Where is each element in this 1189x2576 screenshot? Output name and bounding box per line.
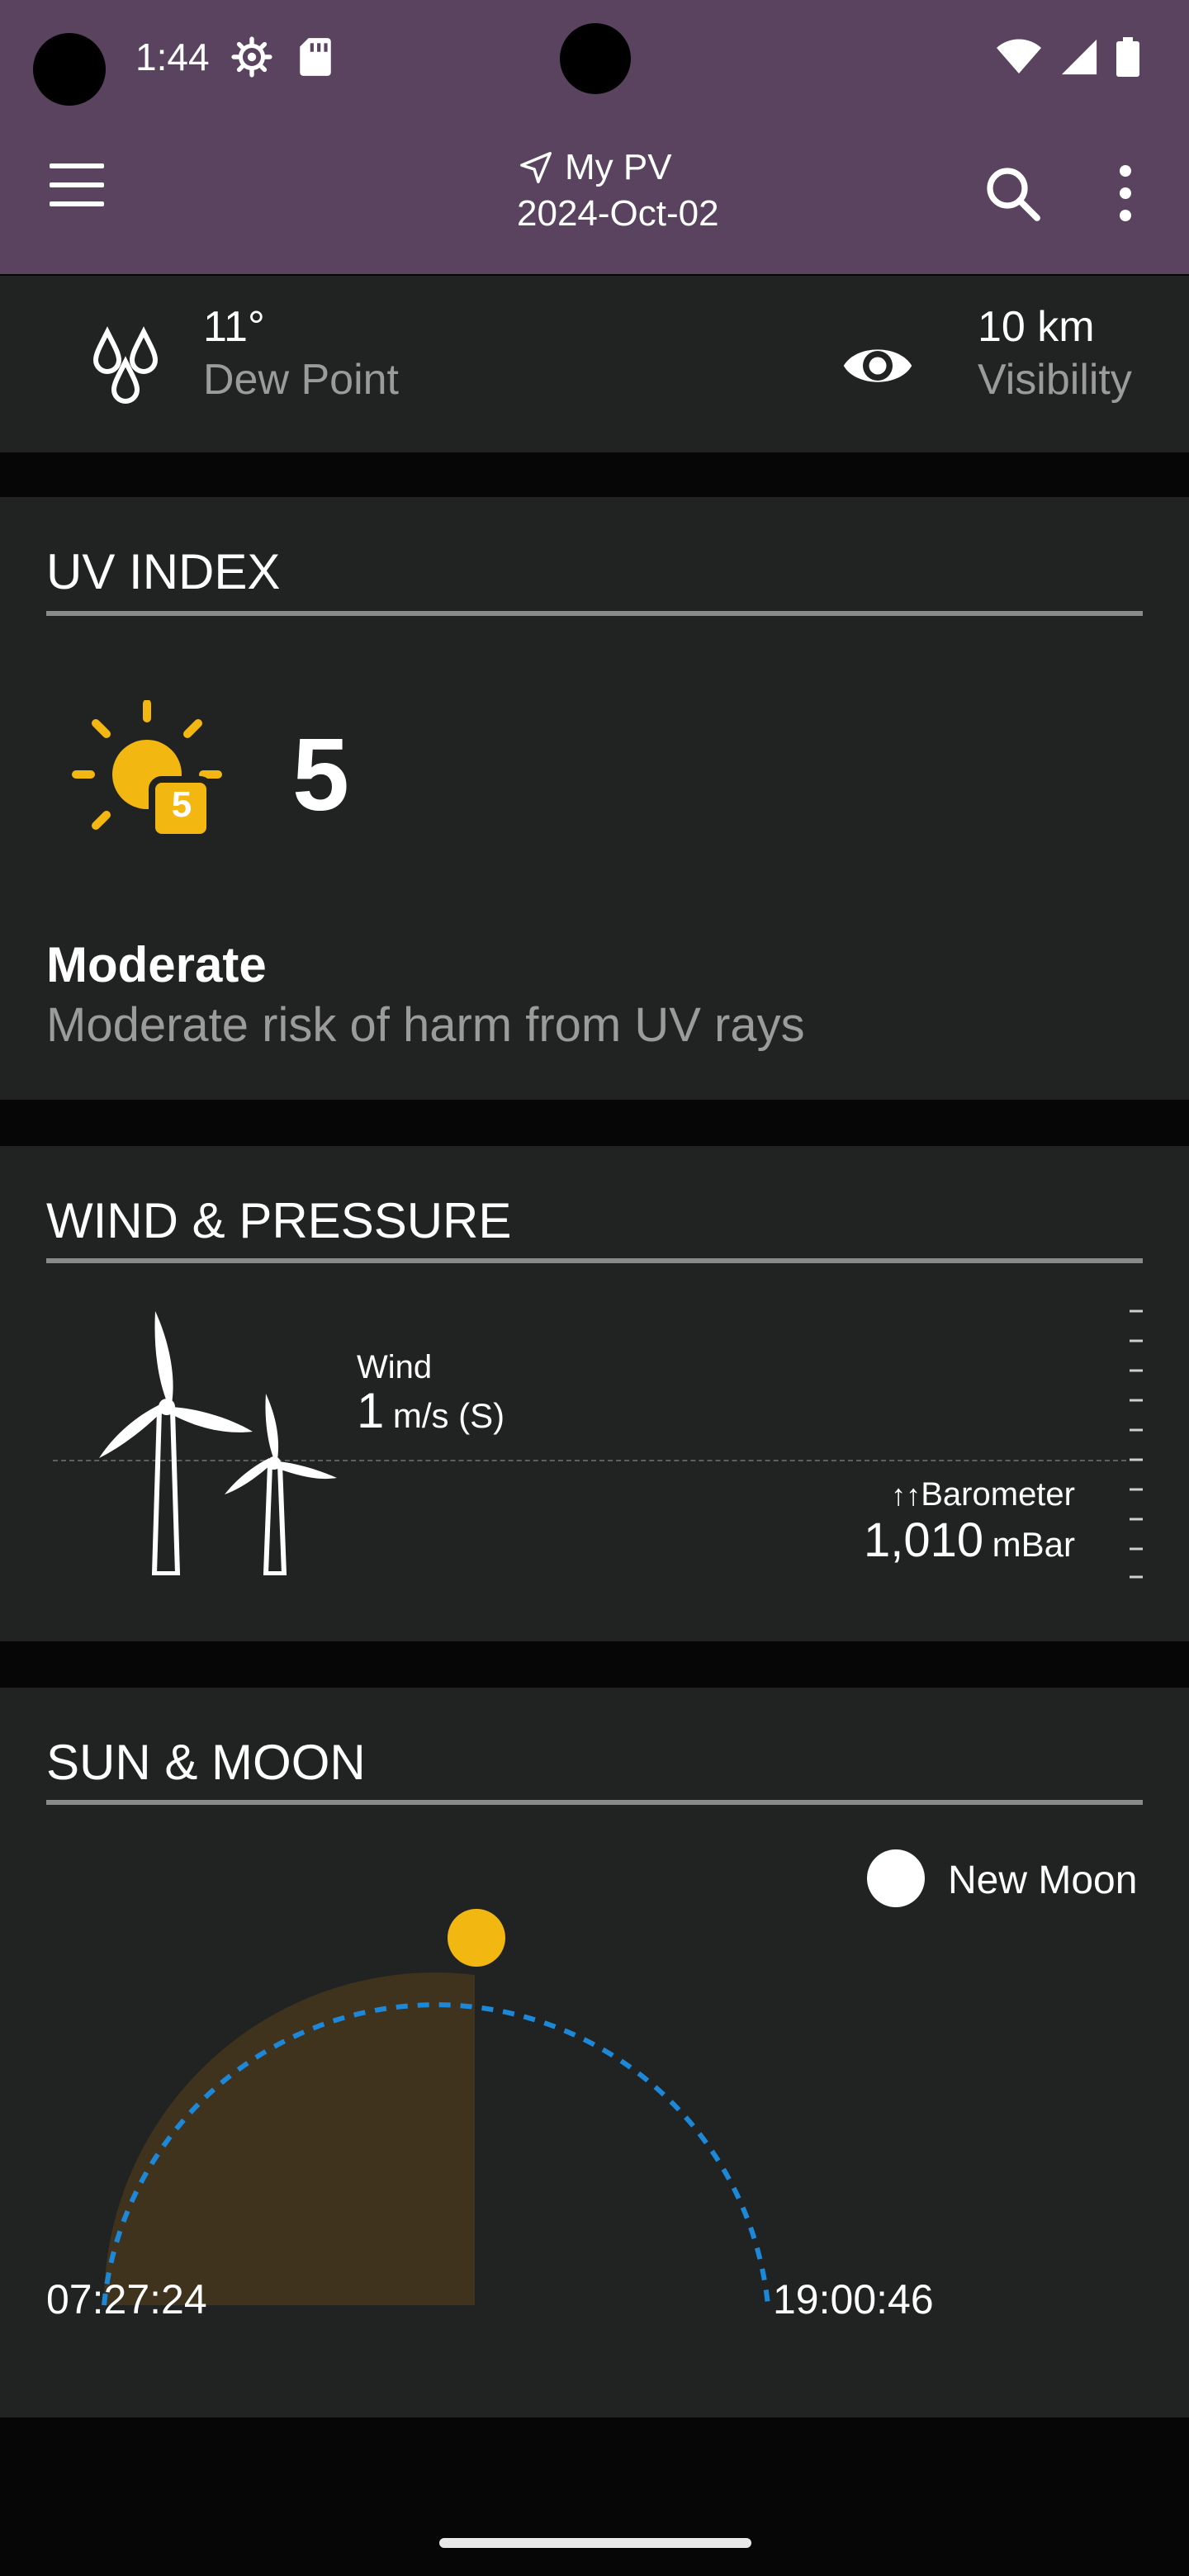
divider [46, 611, 1143, 616]
sun-path-arc [102, 1972, 770, 2306]
uv-index-title: UV INDEX [46, 544, 281, 599]
menu-button[interactable] [50, 163, 107, 221]
visibility-value: 10 km [978, 303, 1095, 351]
wind-pressure-card: WIND & PRESSURE Wind 1 m/s (S) ↑↑Baromet… [0, 1146, 1189, 1641]
camera-cutout [560, 23, 631, 94]
barometer-value: 1,010 [864, 1513, 984, 1567]
navigation-arrow-icon [520, 152, 552, 183]
location-title[interactable]: My PV 2024-Oct-02 [517, 145, 719, 238]
uv-badge-value: 5 [171, 784, 192, 825]
uv-index-card: UV INDEX 5 5 Moderate Moderate risk of h… [0, 497, 1189, 1100]
more-options-icon[interactable] [1113, 165, 1138, 223]
sun-position-icon [448, 1909, 505, 1967]
gesture-nav-handle[interactable] [439, 2538, 751, 2548]
wind-pressure-title: WIND & PRESSURE [46, 1193, 512, 1248]
divider [46, 1800, 1143, 1805]
uv-description: Moderate risk of harm from UV rays [46, 998, 805, 1052]
dew-point-value: 11° [203, 303, 265, 351]
uv-level: Moderate [46, 937, 267, 992]
sunset-time: 19:00:46 [773, 2276, 934, 2323]
barometer-scale [1130, 1309, 1143, 1579]
wind-turbines-icon [99, 1311, 337, 1575]
moon-phase-icon [867, 1849, 925, 1907]
dew-point-label: Dew Point [203, 356, 399, 404]
battery-icon [1116, 37, 1139, 77]
barometer-label: Barometer [921, 1476, 1075, 1513]
wind-reading: 1 m/s (S) [357, 1382, 504, 1439]
sun-uv-icon [72, 700, 222, 841]
barometer-label-row: ↑↑Barometer [891, 1476, 1075, 1513]
moon-phase-label: New Moon [948, 1859, 1138, 1902]
divider [46, 1258, 1143, 1263]
wifi-icon [997, 39, 1041, 73]
pressure-trend-arrows: ↑↑ [891, 1478, 921, 1512]
sun-moon-card: SUN & MOON New Moon 07:27:24 19:00:46 [0, 1688, 1189, 2417]
uv-index-value: 5 [292, 718, 349, 832]
sd-card-icon [300, 38, 331, 76]
droplets-icon [92, 326, 159, 404]
barometer-reading: 1,010 mBar [864, 1513, 1075, 1568]
sunrise-time: 07:27:24 [46, 2276, 207, 2323]
wind-label: Wind [357, 1349, 433, 1385]
conditions-card: 11° Dew Point 10 km Visibility [0, 276, 1189, 452]
location-name: My PV [565, 147, 672, 187]
app-top-bar: 1:44 My PV 2024-Oct-02 [0, 0, 1189, 274]
search-icon[interactable] [983, 163, 1042, 223]
barometer-unit: mBar [992, 1525, 1075, 1564]
settings-gear-icon [231, 36, 272, 78]
wind-speed: 1 [357, 1383, 385, 1438]
camera-cutout [33, 33, 106, 106]
sun-moon-title: SUN & MOON [46, 1735, 366, 1790]
status-time: 1:44 [135, 36, 210, 78]
forecast-date: 2024-Oct-02 [517, 193, 719, 234]
visibility-label: Visibility [978, 356, 1132, 404]
wind-unit: m/s (S) [392, 1396, 505, 1435]
eye-icon [843, 349, 912, 382]
cell-signal-icon [1061, 39, 1097, 75]
